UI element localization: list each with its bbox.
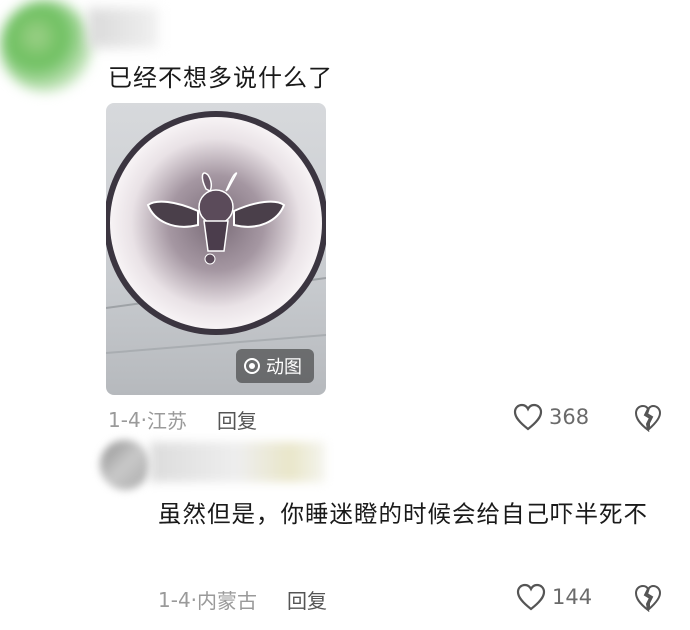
comments-page: 已经不想多说什么了 动图 1-4 · 江苏 回复 368 虽然但是，你睡迷瞪的时… <box>0 0 690 630</box>
comment-meta: 1-4 · 江苏 回复 <box>108 405 257 434</box>
comment-date: 1-4 <box>108 407 141 432</box>
comment-image[interactable]: 动图 <box>106 103 326 395</box>
comment-text: 虽然但是，你睡迷瞪的时候会给自己吓半死不 <box>158 500 648 528</box>
comment-meta: 1-4 · 内蒙古 回复 <box>158 585 327 614</box>
animated-badge-label: 动图 <box>266 357 302 378</box>
comment-text: 已经不想多说什么了 <box>108 64 333 92</box>
heart-outline-icon <box>513 403 543 431</box>
avatar[interactable] <box>100 440 150 490</box>
reply-button[interactable]: 回复 <box>217 405 257 434</box>
dislike-button[interactable] <box>634 404 662 436</box>
comment-location: 江苏 <box>147 409 188 433</box>
dislike-button[interactable] <box>634 584 662 616</box>
broken-heart-icon <box>634 584 662 613</box>
username-blurred <box>150 442 325 482</box>
comment-date: 1-4 <box>158 587 191 612</box>
reply-button[interactable]: 回复 <box>287 585 327 614</box>
heart-outline-icon <box>516 583 546 611</box>
like-count: 144 <box>552 585 593 609</box>
avatar[interactable] <box>0 0 92 92</box>
like-button[interactable]: 368 <box>513 403 589 431</box>
comment-location: 内蒙古 <box>197 589 258 613</box>
like-count: 368 <box>549 405 590 429</box>
animated-image-icon <box>244 358 260 374</box>
username-blurred <box>88 8 158 48</box>
like-button[interactable]: 144 <box>516 583 592 611</box>
animated-badge: 动图 <box>236 349 314 383</box>
broken-heart-icon <box>634 404 662 433</box>
